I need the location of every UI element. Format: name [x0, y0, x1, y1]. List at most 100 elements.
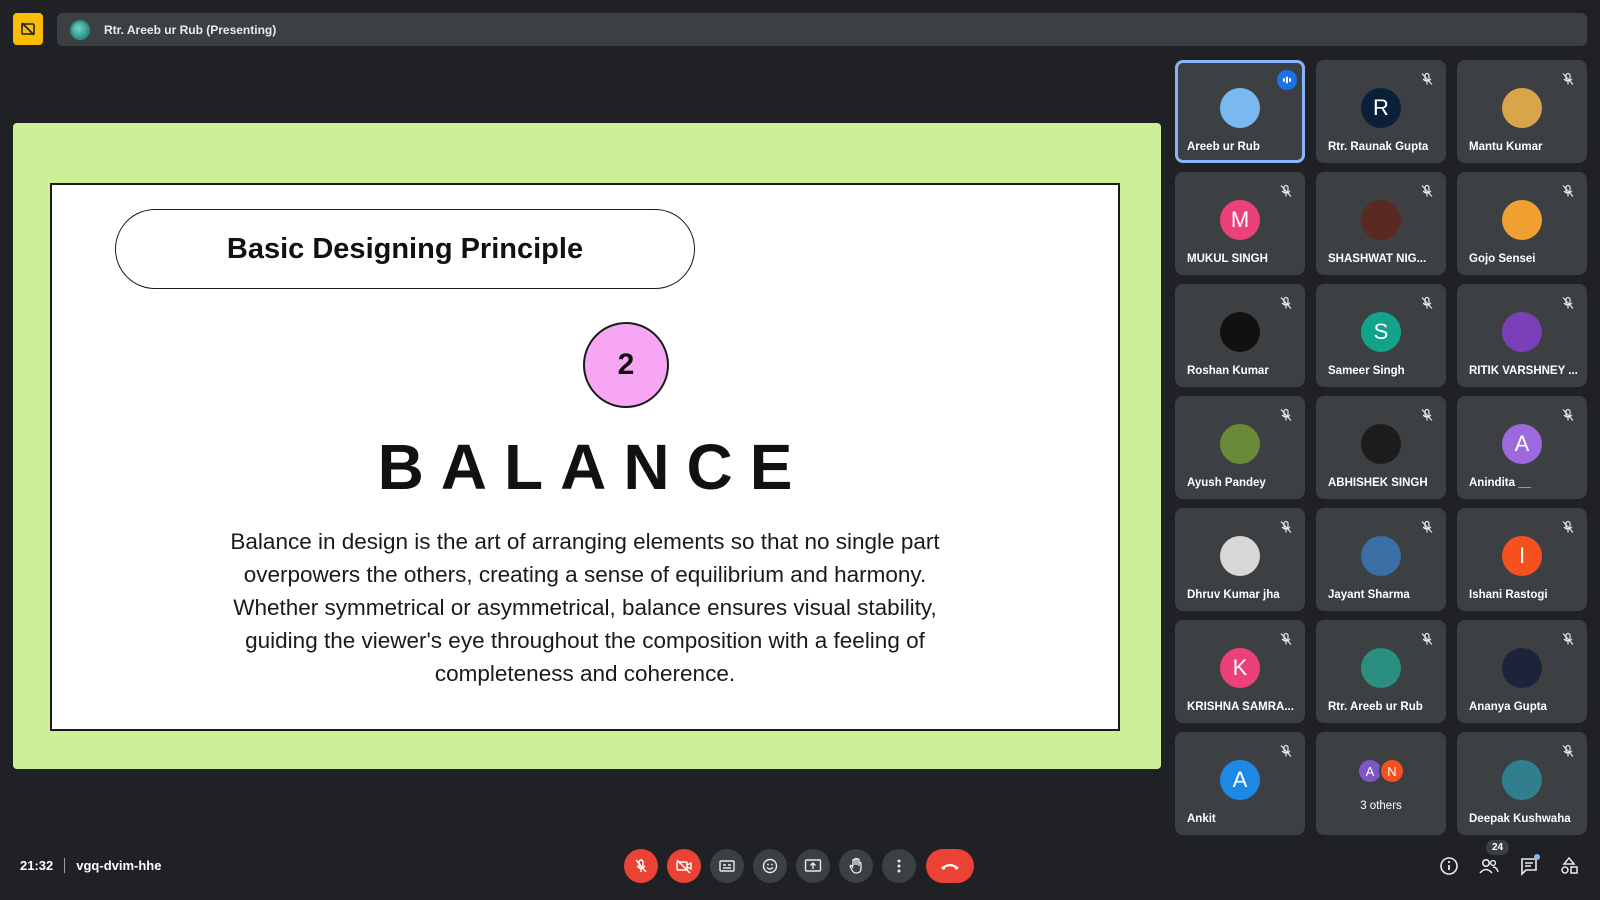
- others-label: 3 others: [1360, 800, 1402, 812]
- avatar: M: [1220, 200, 1260, 240]
- muted-indicator: [1561, 72, 1575, 86]
- participant-tile[interactable]: Jayant Sharma: [1316, 508, 1446, 611]
- meeting-details-button[interactable]: [1437, 854, 1461, 878]
- muted-indicator: [1420, 520, 1434, 534]
- presenter-avatar: [70, 19, 90, 40]
- muted-indicator: [1561, 408, 1575, 422]
- participant-tile[interactable]: Deepak Kushwaha: [1457, 732, 1587, 835]
- presentation-slide: Basic Designing Principle 2 BALANCE Bala…: [13, 123, 1161, 769]
- mic-muted-icon: [1562, 72, 1574, 85]
- participant-name: ABHISHEK SINGH: [1328, 477, 1428, 489]
- recording-icon[interactable]: [13, 13, 43, 45]
- end-call-button[interactable]: [926, 849, 974, 883]
- participant-name: Sameer Singh: [1328, 365, 1405, 377]
- participant-tile[interactable]: A Anindita __: [1457, 396, 1587, 499]
- meeting-code[interactable]: vgq-dvim-hhe: [76, 858, 161, 873]
- mic-muted-icon: [1280, 744, 1292, 757]
- chat-notification-dot: [1534, 854, 1540, 860]
- end-call-icon: [941, 864, 959, 870]
- slide-body-text: Balance in design is the art of arrangin…: [230, 529, 940, 686]
- people-count-badge: 24: [1486, 840, 1510, 855]
- mic-muted-icon: [1562, 296, 1574, 309]
- mic-off-button[interactable]: [624, 849, 658, 883]
- raise-hand-button[interactable]: [839, 849, 873, 883]
- participant-tile[interactable]: Dhruv Kumar jha: [1175, 508, 1305, 611]
- participant-name: Ishani Rastogi: [1469, 589, 1548, 601]
- info-icon: [1440, 857, 1458, 875]
- raise-hand-icon: [849, 857, 862, 874]
- muted-indicator: [1420, 184, 1434, 198]
- participant-name: Gojo Sensei: [1469, 253, 1536, 265]
- avatar: [1502, 312, 1542, 352]
- muted-indicator: [1420, 72, 1434, 86]
- camera-off-button[interactable]: [667, 849, 701, 883]
- participant-tile[interactable]: K KRISHNA SAMRA...: [1175, 620, 1305, 723]
- participant-name: KRISHNA SAMRA...: [1187, 701, 1294, 713]
- avatar: A: [1220, 760, 1260, 800]
- speaking-indicator: [1277, 70, 1297, 90]
- participant-tile[interactable]: A Ankit: [1175, 732, 1305, 835]
- muted-indicator: [1561, 296, 1575, 310]
- more-options-button[interactable]: [882, 849, 916, 883]
- avatar: N: [1379, 758, 1405, 784]
- participant-tile[interactable]: Gojo Sensei: [1457, 172, 1587, 275]
- mic-muted-icon: [1562, 520, 1574, 533]
- participant-name: Ananya Gupta: [1469, 701, 1547, 713]
- mic-muted-icon: [1562, 408, 1574, 421]
- muted-indicator: [1420, 296, 1434, 310]
- mic-muted-icon: [1562, 632, 1574, 645]
- muted-indicator: [1420, 408, 1434, 422]
- participant-tile[interactable]: R Rtr. Raunak Gupta: [1316, 60, 1446, 163]
- others-tile[interactable]: AN 3 others: [1316, 732, 1446, 835]
- participant-tile[interactable]: Mantu Kumar: [1457, 60, 1587, 163]
- avatar: [1220, 88, 1260, 128]
- participant-name: Areeb ur Rub: [1187, 141, 1260, 153]
- emoji-icon: [762, 858, 778, 874]
- participant-name: Dhruv Kumar jha: [1187, 589, 1280, 601]
- participant-tile[interactable]: ABHISHEK SINGH: [1316, 396, 1446, 499]
- participant-name: Roshan Kumar: [1187, 365, 1269, 377]
- emoji-button[interactable]: [753, 849, 787, 883]
- muted-indicator: [1279, 520, 1293, 534]
- participant-grid: Areeb ur Rub R Rtr. Raunak Gupta Mantu Kuma…: [1175, 60, 1588, 835]
- avatar: S: [1361, 312, 1401, 352]
- participant-name: Deepak Kushwaha: [1469, 813, 1571, 825]
- avatar: A: [1502, 424, 1542, 464]
- participant-name: Ayush Pandey: [1187, 477, 1266, 489]
- participant-tile[interactable]: I Ishani Rastogi: [1457, 508, 1587, 611]
- participant-name: Ankit: [1187, 813, 1216, 825]
- slide-content-box: Basic Designing Principle 2 BALANCE Bala…: [50, 183, 1120, 731]
- mic-muted-icon: [1421, 520, 1433, 533]
- participant-tile[interactable]: Ananya Gupta: [1457, 620, 1587, 723]
- avatar: [1502, 200, 1542, 240]
- people-button[interactable]: [1477, 854, 1501, 878]
- participant-tile[interactable]: SHASHWAT NIG...: [1316, 172, 1446, 275]
- activities-button[interactable]: [1557, 854, 1581, 878]
- participant-tile[interactable]: Ayush Pandey: [1175, 396, 1305, 499]
- participant-tile[interactable]: Roshan Kumar: [1175, 284, 1305, 387]
- participant-tile[interactable]: Areeb ur Rub: [1175, 60, 1305, 163]
- participant-tile[interactable]: M MUKUL SINGH: [1175, 172, 1305, 275]
- participant-tile[interactable]: S Sameer Singh: [1316, 284, 1446, 387]
- avatar: I: [1502, 536, 1542, 576]
- participant-name: Mantu Kumar: [1469, 141, 1543, 153]
- presenter-label: Rtr. Areeb ur Rub (Presenting): [104, 22, 277, 37]
- participant-tile[interactable]: Rtr. Areeb ur Rub: [1316, 620, 1446, 723]
- avatar: [1220, 536, 1260, 576]
- chat-button[interactable]: [1517, 854, 1541, 878]
- avatar: [1502, 648, 1542, 688]
- slide-title: Basic Designing Principle: [226, 232, 584, 265]
- avatar: [1361, 648, 1401, 688]
- participant-name: Rtr. Raunak Gupta: [1328, 141, 1429, 153]
- activities-icon: [1561, 856, 1578, 874]
- participant-name: SHASHWAT NIG...: [1328, 253, 1427, 265]
- mic-off-icon: [635, 859, 647, 873]
- captions-button[interactable]: [710, 849, 744, 883]
- meeting-info: 21:32 vgq-dvim-hhe: [20, 858, 161, 873]
- mic-muted-icon: [1562, 184, 1574, 197]
- avatar: [1502, 88, 1542, 128]
- more-options-icon: [897, 859, 901, 873]
- present-screen-button[interactable]: [796, 849, 830, 883]
- participant-name: Anindita __: [1469, 477, 1531, 489]
- participant-tile[interactable]: RITIK VARSHNEY ...: [1457, 284, 1587, 387]
